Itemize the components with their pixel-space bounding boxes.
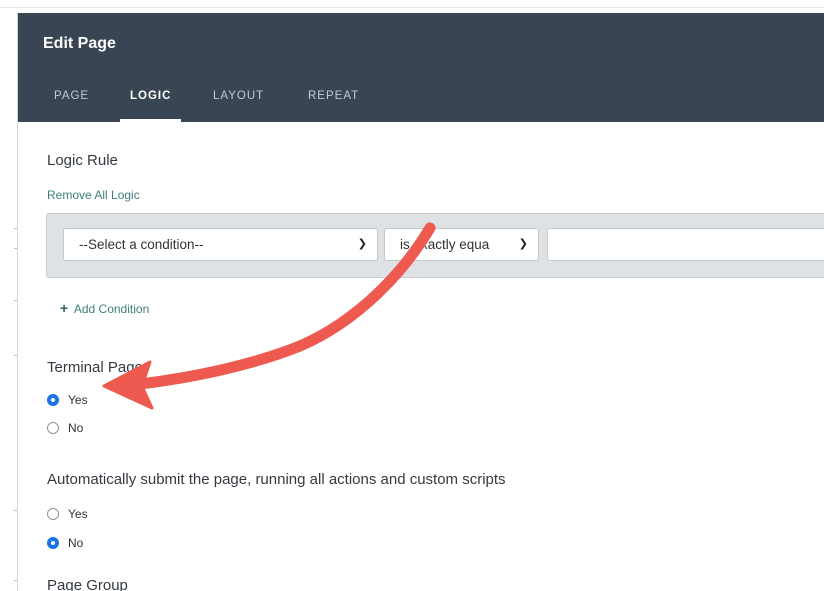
window-top-border bbox=[0, 7, 824, 8]
autosubmit-yes-label: Yes bbox=[68, 507, 88, 521]
radio-unchecked-icon bbox=[47, 422, 59, 434]
condition-select-value: --Select a condition-- bbox=[79, 237, 204, 252]
edit-page-panel: Edit Page PAGE LOGIC LAYOUT REPEAT Logic… bbox=[17, 13, 824, 591]
radio-checked-icon bbox=[47, 537, 59, 549]
logic-rule-title: Logic Rule bbox=[47, 152, 118, 169]
autosubmit-yes-radio[interactable]: Yes bbox=[47, 507, 88, 521]
autosubmit-title: Automatically submit the page, running a… bbox=[47, 471, 506, 488]
autosubmit-no-label: No bbox=[68, 536, 84, 550]
tab-logic[interactable]: LOGIC bbox=[119, 89, 182, 122]
operator-select-value: is exactly equa bbox=[400, 237, 490, 252]
chevron-down-icon: ❯ bbox=[357, 238, 367, 250]
tab-layout[interactable]: LAYOUT bbox=[213, 89, 264, 122]
remove-all-logic-link[interactable]: Remove All Logic bbox=[47, 188, 140, 202]
add-condition-label: Add Condition bbox=[73, 302, 150, 316]
terminal-yes-label: Yes bbox=[68, 393, 88, 407]
logic-rule-box: --Select a condition-- ❯ is exactly equa… bbox=[46, 213, 824, 278]
chevron-down-icon: ❯ bbox=[518, 238, 528, 250]
add-condition-button[interactable]: + Add Condition bbox=[60, 300, 149, 316]
condition-select[interactable]: --Select a condition-- ❯ bbox=[63, 228, 378, 261]
plus-icon: + bbox=[60, 300, 69, 316]
panel-title: Edit Page bbox=[43, 35, 116, 52]
terminal-no-radio[interactable]: No bbox=[47, 421, 83, 435]
radio-checked-icon bbox=[47, 394, 59, 406]
terminal-no-label: No bbox=[68, 421, 84, 435]
terminal-yes-radio[interactable]: Yes bbox=[47, 393, 88, 407]
tab-page[interactable]: PAGE bbox=[54, 89, 89, 122]
radio-unchecked-icon bbox=[47, 508, 59, 520]
terminal-page-title: Terminal Page bbox=[47, 359, 143, 376]
autosubmit-no-radio[interactable]: No bbox=[47, 536, 83, 550]
logic-tab-content: Logic Rule Remove All Logic --Select a c… bbox=[18, 122, 824, 591]
tab-repeat[interactable]: REPEAT bbox=[308, 89, 359, 122]
page-group-title: Page Group bbox=[47, 577, 128, 591]
operator-select[interactable]: is exactly equa ❯ bbox=[384, 228, 539, 261]
panel-header: Edit Page PAGE LOGIC LAYOUT REPEAT bbox=[18, 13, 824, 122]
condition-value-input[interactable] bbox=[547, 228, 824, 261]
